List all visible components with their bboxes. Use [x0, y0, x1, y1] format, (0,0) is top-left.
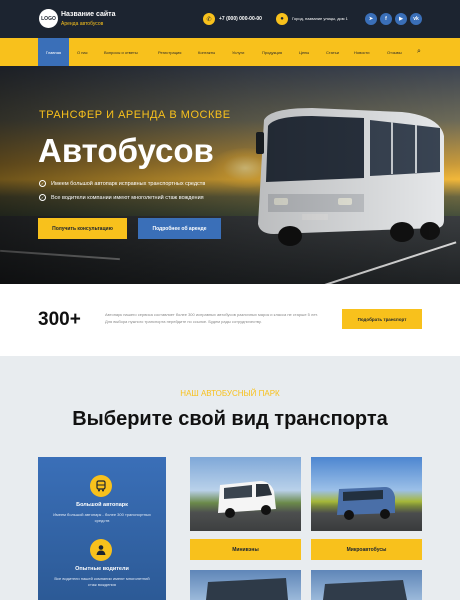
microbus-image[interactable]	[311, 457, 422, 531]
logo[interactable]: LOGO	[39, 9, 58, 28]
hero-subtitle: ТРАНСФЕР И АРЕНДА В МОСКВЕ	[39, 109, 231, 121]
site-tagline: Аренда автобусов	[61, 21, 104, 27]
hero-banner: ТРАНСФЕР И АРЕНДА В МОСКВЕ Автобусов ✓ И…	[0, 66, 460, 284]
nav-item-articles[interactable]: Статьи	[326, 38, 339, 66]
nav-item-products[interactable]: Продукция	[262, 38, 282, 66]
search-icon[interactable]: ⌕	[417, 38, 421, 66]
feature-title: Большой автопарк	[76, 502, 128, 508]
vehicle-microbuses-button[interactable]: Микроавтобусы	[311, 539, 422, 560]
rent-details-button[interactable]: Подробнее об аренде	[138, 218, 221, 239]
minivan-image[interactable]	[190, 457, 301, 531]
top-bar: LOGO Название сайта Аренда автобусов ✆ +…	[0, 0, 460, 38]
check-icon: ✓	[39, 180, 46, 187]
section-title: Выберите свой вид транспорта	[72, 408, 388, 430]
section-kicker: НАШ АВТОБУСНЫЙ ПАРК	[180, 389, 280, 398]
bus-icon	[90, 475, 112, 497]
pick-transport-button[interactable]: Подобрать транспорт	[342, 309, 422, 329]
facebook-icon[interactable]: f	[380, 13, 392, 25]
fleet-count: 300+	[38, 309, 81, 330]
hero-bullet: Имеем большой автопарк исправных транспо…	[51, 181, 206, 187]
vk-icon[interactable]: vk	[410, 13, 422, 25]
vehicle-image[interactable]	[311, 570, 422, 600]
nav-item-prices[interactable]: Цены	[299, 38, 309, 66]
vehicle-minivans-button[interactable]: Минивэны	[190, 539, 301, 560]
location-pin-icon: ●	[276, 13, 288, 25]
phone-icon: ✆	[203, 13, 215, 25]
nav-item-registration[interactable]: Регистрация	[158, 38, 181, 66]
features-card: Большой автопарк Имеем большой автопарк …	[38, 457, 166, 600]
telegram-icon[interactable]: ➤	[365, 13, 377, 25]
main-nav: Главная О нас Вопросы и ответы Регистрац…	[0, 38, 460, 66]
address: Город, название улицы, дом 1	[292, 16, 348, 21]
youtube-icon[interactable]: ▶	[395, 13, 407, 25]
phone-number[interactable]: +7 (000) 000-00-00	[219, 16, 262, 22]
nav-item-about[interactable]: О нас	[77, 38, 88, 66]
nav-item-contacts[interactable]: Контакты	[198, 38, 215, 66]
hero-title: Автобусов	[38, 132, 214, 169]
driver-icon	[90, 539, 112, 561]
nav-item-faq[interactable]: Вопросы и ответы	[104, 38, 138, 66]
fleet-description: Автопарк нашего сервиса составляет более…	[105, 312, 318, 324]
site-name[interactable]: Название сайта	[61, 11, 115, 18]
stats-section: 300+ Автопарк нашего сервиса составляет …	[0, 284, 460, 356]
vehicle-image[interactable]	[190, 570, 301, 600]
check-icon: ✓	[39, 194, 46, 201]
nav-item-news[interactable]: Новости	[354, 38, 369, 66]
feature-title: Опытные водители	[75, 566, 129, 572]
hero-bullet: Все водители компании имеют многолетний …	[51, 195, 204, 201]
consultation-button[interactable]: Получить консультацию	[38, 218, 127, 239]
hero-overlay	[0, 66, 460, 284]
nav-item-reviews[interactable]: Отзывы	[387, 38, 402, 66]
nav-item-home[interactable]: Главная	[38, 38, 69, 66]
feature-text: Все водители нашей компании имеют многол…	[54, 576, 150, 587]
feature-text: Имеем большой автопарк - более 300 транс…	[53, 512, 151, 523]
nav-item-services[interactable]: Услуги	[232, 38, 244, 66]
